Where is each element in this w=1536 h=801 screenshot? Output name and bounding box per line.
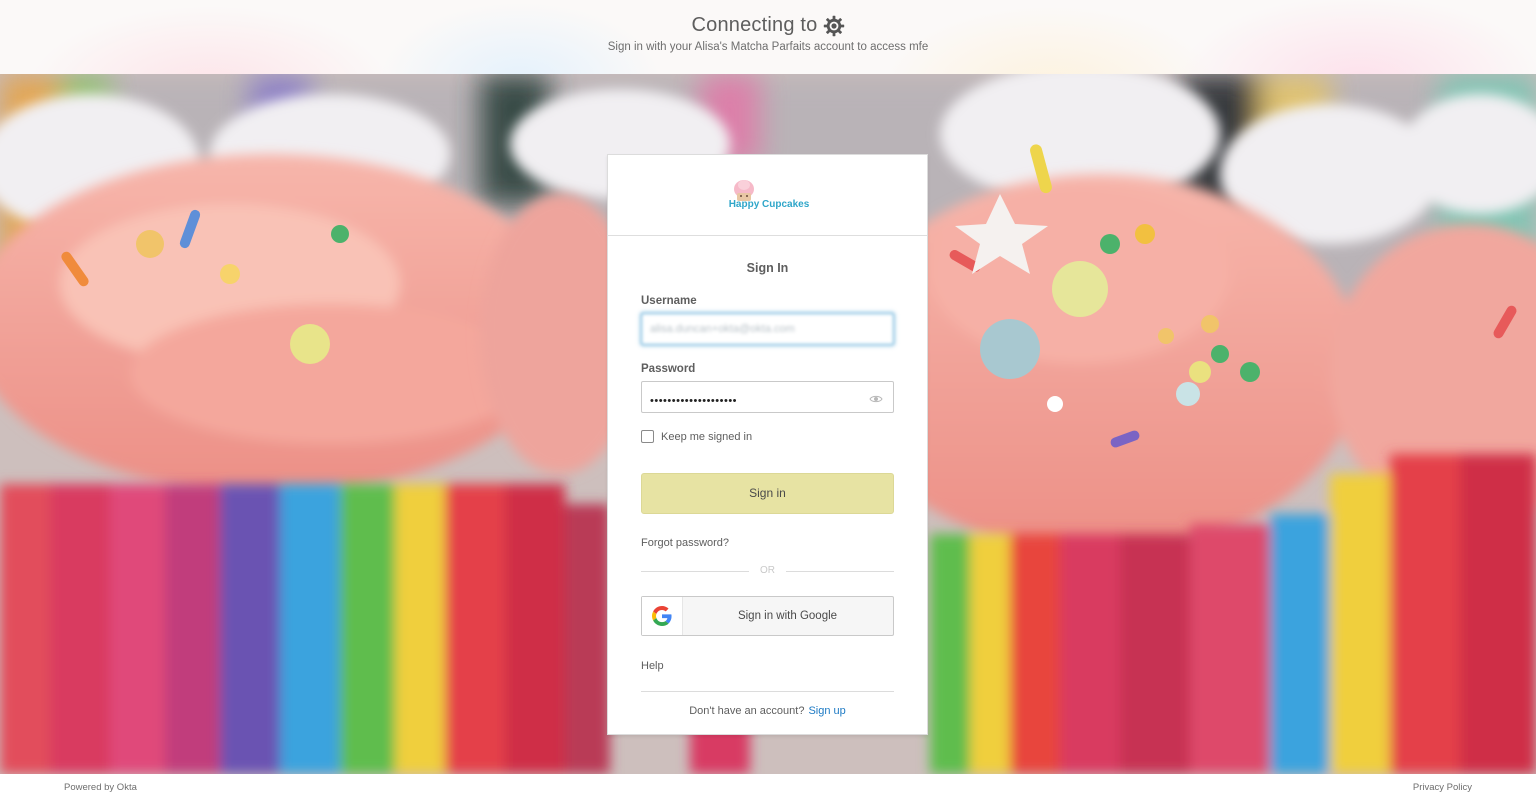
cupcake-logo-icon <box>734 180 754 201</box>
banner-title: Connecting to <box>0 14 1536 37</box>
sign-in-button[interactable]: Sign in <box>641 473 894 514</box>
sign-up-link[interactable]: Sign up <box>808 705 845 717</box>
no-account-text: Don't have an account? <box>689 705 805 717</box>
keep-signed-in-checkbox[interactable] <box>641 430 654 443</box>
username-label: Username <box>641 295 697 307</box>
card-header: Happy Cupcakes <box>608 155 927 236</box>
card-footer-divider <box>641 691 894 692</box>
brand-logo: Happy Cupcakes <box>728 179 810 213</box>
sign-in-card: Happy Cupcakes Sign In Username Password… <box>607 154 928 735</box>
help-link[interactable]: Help <box>641 660 664 672</box>
forgot-password-link[interactable]: Forgot password? <box>641 537 729 549</box>
keep-signed-in-label[interactable]: Keep me signed in <box>661 431 752 443</box>
sign-in-with-google-button[interactable]: Sign in with Google <box>641 596 894 636</box>
powered-by-okta: Powered by Okta <box>64 782 137 793</box>
password-label: Password <box>641 363 696 375</box>
google-icon-box <box>642 597 683 635</box>
eye-icon[interactable] <box>869 391 883 409</box>
banner-title-text: Connecting to <box>691 14 818 36</box>
form-title: Sign In <box>746 261 789 275</box>
connecting-banner: Connecting to Sign in with your Alisa's … <box>0 0 1536 74</box>
brand-name: Happy Cupcakes <box>728 199 810 210</box>
banner-subtitle: Sign in with your Alisa's Matcha Parfait… <box>607 41 929 53</box>
page-footer: Powered by Okta Privacy Policy <box>0 774 1536 801</box>
username-input[interactable] <box>641 313 894 345</box>
google-button-label: Sign in with Google <box>737 610 838 622</box>
gear-icon <box>823 15 845 37</box>
or-divider-right <box>786 571 894 572</box>
password-masked-value: •••••••••••••••••••• <box>650 395 738 407</box>
google-g-icon <box>652 606 672 626</box>
signup-row: Don't have an account? Sign up <box>608 705 927 717</box>
privacy-policy-link[interactable]: Privacy Policy <box>1413 782 1472 793</box>
